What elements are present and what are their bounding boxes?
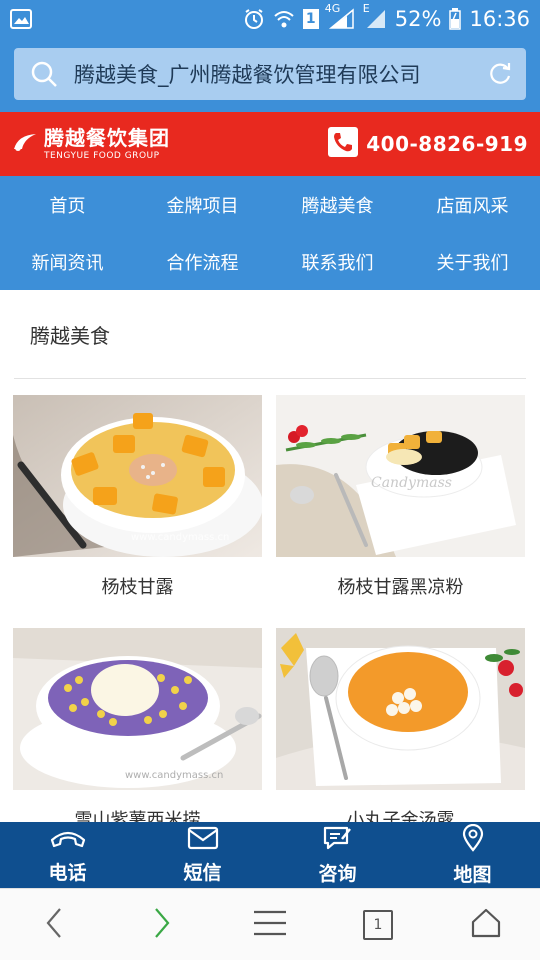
forward-button[interactable] (108, 906, 216, 944)
contact-sms-label: 短信 (183, 861, 222, 884)
url-field[interactable]: 腾越美食_广州腾越餐饮管理有限公司 (14, 48, 526, 100)
contact-map[interactable]: 地图 (405, 822, 540, 888)
product-card[interactable]: www.candymass.cn 雪山紫薯西米捞 (13, 628, 262, 832)
tabs-icon: 1 (363, 909, 393, 940)
nav-item-store-gallery[interactable]: 店面风采 (405, 176, 540, 233)
envelope-icon (187, 826, 219, 854)
section-title: 腾越美食 (30, 324, 110, 348)
main-nav: 首页 金牌项目 腾越美食 店面风采 新闻资讯 合作流程 联系我们 关于我们 (0, 176, 540, 290)
status-bar: 1 4G E 52% 16:36 (0, 0, 540, 38)
chat-icon (322, 825, 354, 855)
product-name[interactable]: 杨枝甘露 (13, 573, 262, 599)
home-icon (470, 908, 502, 942)
wifi-icon (273, 9, 295, 29)
gallery-notification-icon (10, 9, 32, 29)
alarm-icon (243, 8, 265, 30)
nav-item-news[interactable]: 新闻资讯 (0, 233, 135, 290)
search-icon[interactable] (14, 60, 74, 88)
map-pin-icon (461, 823, 485, 856)
tabs-button[interactable]: 1 (324, 909, 432, 940)
product-image[interactable] (276, 628, 525, 790)
signal-icon-2: E (363, 2, 387, 30)
product-image[interactable]: www.candymass.cn (13, 628, 262, 790)
header-phone[interactable]: 400-8826-919 (328, 127, 528, 161)
browser-toolbar: 1 (0, 888, 540, 960)
image-watermark: www.candymass.cn (131, 532, 229, 543)
battery-percent: 52% (394, 7, 442, 31)
phone-number: 400-8826-919 (366, 132, 528, 156)
logo-chinese: 腾越餐饮集团 (44, 125, 170, 150)
menu-button[interactable] (216, 909, 324, 941)
url-text[interactable]: 腾越美食_广州腾越餐饮管理有限公司 (74, 59, 474, 89)
home-button[interactable] (432, 908, 540, 942)
site-logo[interactable]: 腾越餐饮集团 TENGYUE FOOD GROUP (12, 128, 170, 161)
nav-item-home[interactable]: 首页 (0, 176, 135, 233)
image-watermark: Candymass (371, 475, 452, 491)
product-image[interactable]: www.candymass.cn (13, 395, 262, 557)
nav-item-contact[interactable]: 联系我们 (270, 233, 405, 290)
product-name[interactable]: 杨枝甘露黑凉粉 (276, 573, 525, 599)
tab-count: 1 (373, 916, 383, 933)
logo-mark-icon (12, 131, 38, 157)
section-divider (14, 378, 526, 379)
nav-item-cooperation[interactable]: 合作流程 (135, 233, 270, 290)
hamburger-menu-icon (253, 909, 287, 941)
phone-icon (328, 127, 359, 161)
browser-address-bar: 腾越美食_广州腾越餐饮管理有限公司 (0, 38, 540, 112)
battery-icon (449, 8, 462, 30)
image-watermark: www.candymass.cn (125, 770, 223, 781)
chevron-right-icon (152, 906, 172, 944)
sim-icon: 1 (302, 9, 319, 29)
refresh-icon[interactable] (474, 61, 526, 87)
product-card[interactable]: Candymass 杨枝甘露黑凉粉 (276, 395, 525, 599)
contact-consult[interactable]: 咨询 (270, 822, 405, 888)
signal-icon: 4G (325, 2, 357, 30)
contact-phone-label: 电话 (48, 861, 87, 884)
contact-map-label: 地图 (453, 863, 492, 886)
product-image[interactable]: Candymass (276, 395, 525, 557)
contact-sms[interactable]: 短信 (135, 822, 270, 888)
clock: 16:36 (469, 7, 530, 31)
nav-item-gold-projects[interactable]: 金牌项目 (135, 176, 270, 233)
site-header: 腾越餐饮集团 TENGYUE FOOD GROUP 400-8826-919 (0, 112, 540, 176)
chevron-left-icon (44, 906, 64, 944)
product-card[interactable]: www.candymass.cn 杨枝甘露 (13, 395, 262, 599)
contact-consult-label: 咨询 (318, 862, 357, 885)
product-card[interactable]: 小丸子金汤露 (276, 628, 525, 832)
nav-item-about[interactable]: 关于我们 (405, 233, 540, 290)
logo-english: TENGYUE FOOD GROUP (44, 150, 160, 161)
contact-phone[interactable]: 电话 (0, 822, 135, 888)
nav-item-tengyue-food[interactable]: 腾越美食 (270, 176, 405, 233)
phone-icon (48, 826, 88, 854)
contact-bar: 电话 短信 咨询 地图 (0, 822, 540, 888)
back-button[interactable] (0, 906, 108, 944)
